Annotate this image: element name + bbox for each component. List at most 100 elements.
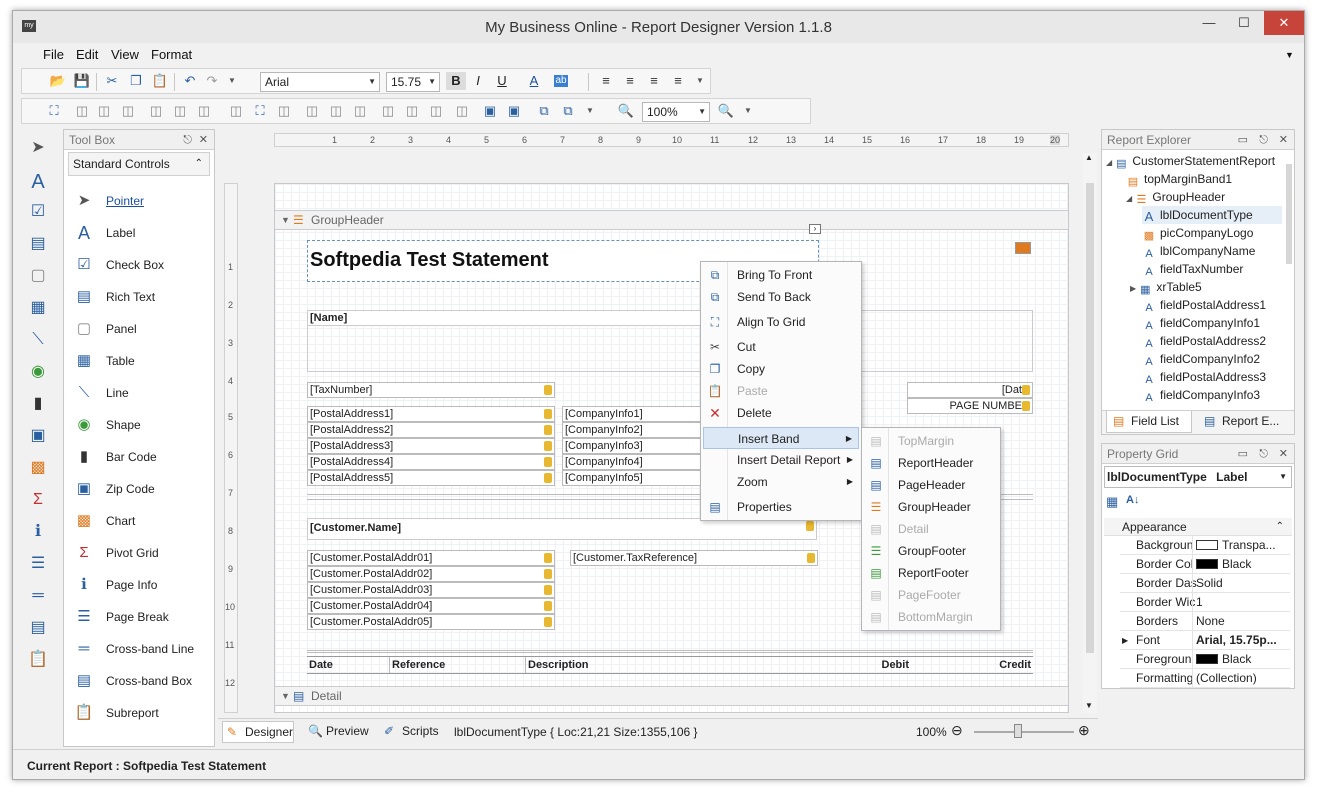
menu-zoom[interactable]: Zoom ▶ <box>703 471 859 493</box>
menu-edit[interactable]: Edit <box>76 47 98 62</box>
tool-chart[interactable]: ▩ Chart <box>72 508 212 534</box>
collapse-icon[interactable]: ▼ <box>281 211 290 229</box>
same-width-icon[interactable]: ◫ <box>226 102 246 120</box>
fore-color-icon[interactable]: A <box>524 72 544 90</box>
tree-node[interactable]: ◢ ☰ GroupHeader <box>1126 188 1225 206</box>
tree-node[interactable]: AfieldPostalAddress2 <box>1142 332 1266 350</box>
barcode-icon[interactable]: ▮ <box>27 393 49 415</box>
band-detail[interactable]: ▼ ▤ Detail <box>275 686 1068 706</box>
center-vertically-icon[interactable]: ▣ <box>504 102 524 120</box>
alphabetical-icon[interactable]: A↓ <box>1126 494 1139 506</box>
customer-postal-field[interactable]: [Customer.PostalAddr01] <box>307 550 555 566</box>
pin-icon[interactable]: ⎋ <box>1259 444 1268 464</box>
align-to-grid-icon[interactable]: ⛶ <box>44 102 64 120</box>
tool-line[interactable]: ⟍ Line <box>72 380 212 406</box>
subreport-icon[interactable]: 📋 <box>27 649 49 671</box>
align-right-icon[interactable]: ≡ <box>644 72 664 90</box>
align-middles-icon[interactable]: ◫ <box>170 102 190 120</box>
categorized-icon[interactable]: ▦ <box>1106 494 1118 510</box>
tool-barcode[interactable]: ▮ Bar Code <box>72 444 212 470</box>
postal-address-field[interactable]: [PostalAddress2] <box>307 422 555 438</box>
submenu-group-header[interactable]: ☰ GroupHeader <box>864 496 998 518</box>
zoom-out-icon[interactable]: 🔍 <box>616 102 636 120</box>
tree-node[interactable]: ▶ ▦ xrTable5 <box>1130 278 1202 296</box>
toolbar-zoom-more-icon[interactable]: ▼ <box>738 102 758 120</box>
toolbar-more-icon[interactable]: ▼ <box>222 72 242 90</box>
page-number-field[interactable]: PAGE NUMBE <box>907 398 1033 414</box>
tree-node[interactable]: AfieldCompanyInfo2 <box>1142 350 1260 368</box>
chevron-up-icon[interactable]: ⌃ <box>195 153 203 175</box>
make-vspace-equal-icon[interactable]: ◫ <box>378 102 398 120</box>
make-hspace-equal-icon[interactable]: ◫ <box>302 102 322 120</box>
menu-paste[interactable]: 📋 Paste <box>703 380 859 402</box>
submenu-group-footer[interactable]: ☰ GroupFooter <box>864 540 998 562</box>
close-icon[interactable]: ✕ <box>1279 444 1288 464</box>
close-button[interactable]: ✕ <box>1264 11 1304 35</box>
scroll-up-icon[interactable]: ▲ <box>1085 153 1093 162</box>
label-icon[interactable]: A <box>27 171 49 193</box>
tool-table[interactable]: ▦ Table <box>72 348 212 374</box>
tool-pivotgrid[interactable]: Σ Pivot Grid <box>72 540 212 566</box>
tool-label[interactable]: A Label <box>72 220 212 246</box>
tool-zipcode[interactable]: ▣ Zip Code <box>72 476 212 502</box>
tool-checkbox[interactable]: ☑ Check Box <box>72 252 212 278</box>
save-icon[interactable]: 💾 <box>72 72 92 90</box>
undo-icon[interactable]: ↶ <box>180 72 200 90</box>
richtext-icon[interactable]: ▤ <box>27 233 49 255</box>
increase-hspace-icon[interactable]: ◫ <box>326 102 346 120</box>
tab-field-list[interactable]: ▤ Field List <box>1106 411 1192 433</box>
align-bottoms-icon[interactable]: ◫ <box>194 102 214 120</box>
property-row[interactable]: Borders None <box>1120 612 1290 631</box>
shape-icon[interactable]: ◉ <box>27 361 49 383</box>
tab-preview[interactable]: 🔍 Preview <box>304 721 374 743</box>
customer-postal-field[interactable]: [Customer.PostalAddr02] <box>307 566 555 582</box>
chart-icon[interactable]: ▩ <box>27 457 49 479</box>
menu-overflow-icon[interactable]: ▼ <box>1285 50 1294 60</box>
tool-richtext[interactable]: ▤ Rich Text <box>72 284 212 310</box>
panel-icon[interactable]: ▢ <box>27 265 49 287</box>
tool-subreport[interactable]: 📋 Subreport <box>72 700 212 726</box>
menu-bring-to-front[interactable]: ⧉ Bring To Front <box>703 264 859 286</box>
menu-file[interactable]: File <box>43 47 64 62</box>
chevron-up-icon[interactable]: ⌃ <box>1276 518 1284 536</box>
crossband-line-icon[interactable]: ═ <box>27 585 49 607</box>
page-info-icon[interactable]: ℹ <box>27 521 49 543</box>
same-height-icon[interactable]: ◫ <box>274 102 294 120</box>
zipcode-icon[interactable]: ▣ <box>27 425 49 447</box>
pin-icon[interactable]: ⎋ <box>1259 130 1268 150</box>
zoom-select[interactable]: 100% ▼ <box>642 102 710 122</box>
crossband-box-icon[interactable]: ▤ <box>27 617 49 639</box>
column-header-row[interactable]: Date Reference Description Debit Credit <box>307 656 1033 674</box>
pointer-icon[interactable]: ➤ <box>27 137 49 159</box>
customer-postal-field[interactable]: [Customer.PostalAddr05] <box>307 614 555 630</box>
customer-postal-field[interactable]: [Customer.PostalAddr04] <box>307 598 555 614</box>
postal-address-field[interactable]: [PostalAddress3] <box>307 438 555 454</box>
property-row[interactable]: Foregroun Black <box>1120 650 1290 669</box>
tree-node[interactable]: ▩ picCompanyLogo <box>1142 224 1254 242</box>
close-icon[interactable]: ✕ <box>1279 130 1288 150</box>
toolbar-layout-more-icon[interactable]: ▼ <box>580 102 600 120</box>
collapse-icon[interactable]: ▼ <box>281 687 290 705</box>
scroll-thumb[interactable] <box>1086 183 1094 653</box>
submenu-top-margin[interactable]: ▤ TopMargin <box>864 430 998 452</box>
window-position-icon[interactable]: ▭ <box>1238 444 1248 464</box>
submenu-page-header[interactable]: ▤ PageHeader <box>864 474 998 496</box>
customer-name-field[interactable]: [Customer.Name] <box>307 518 817 540</box>
zoom-in-icon[interactable]: 🔍 <box>716 102 736 120</box>
property-row[interactable]: Border Wic 1 <box>1120 593 1290 612</box>
align-rights-icon[interactable]: ◫ <box>118 102 138 120</box>
menu-insert-band[interactable]: Insert Band ▶ <box>703 427 859 449</box>
back-color-icon[interactable]: ab <box>554 75 568 87</box>
decrease-vspace-icon[interactable]: ◫ <box>426 102 446 120</box>
pivot-grid-icon[interactable]: Σ <box>27 489 49 511</box>
tree-node[interactable]: AfieldCompanyInfo1 <box>1142 314 1260 332</box>
underline-button[interactable]: U <box>492 72 512 90</box>
company-info-field[interactable]: [CompanyInfo2] <box>562 422 702 438</box>
zoom-slider-thumb[interactable] <box>1014 724 1022 738</box>
company-info-field[interactable]: [CompanyInfo1] <box>562 406 702 422</box>
tool-pointer[interactable]: ➤ Pointer <box>72 188 212 214</box>
italic-button[interactable]: I <box>468 72 488 90</box>
tree-node[interactable]: ◢ ▤ CustomerStatementReport <box>1106 152 1275 170</box>
toolbar-format-more-icon[interactable]: ▼ <box>690 72 710 90</box>
pin-icon[interactable]: ⎋ <box>183 130 192 150</box>
